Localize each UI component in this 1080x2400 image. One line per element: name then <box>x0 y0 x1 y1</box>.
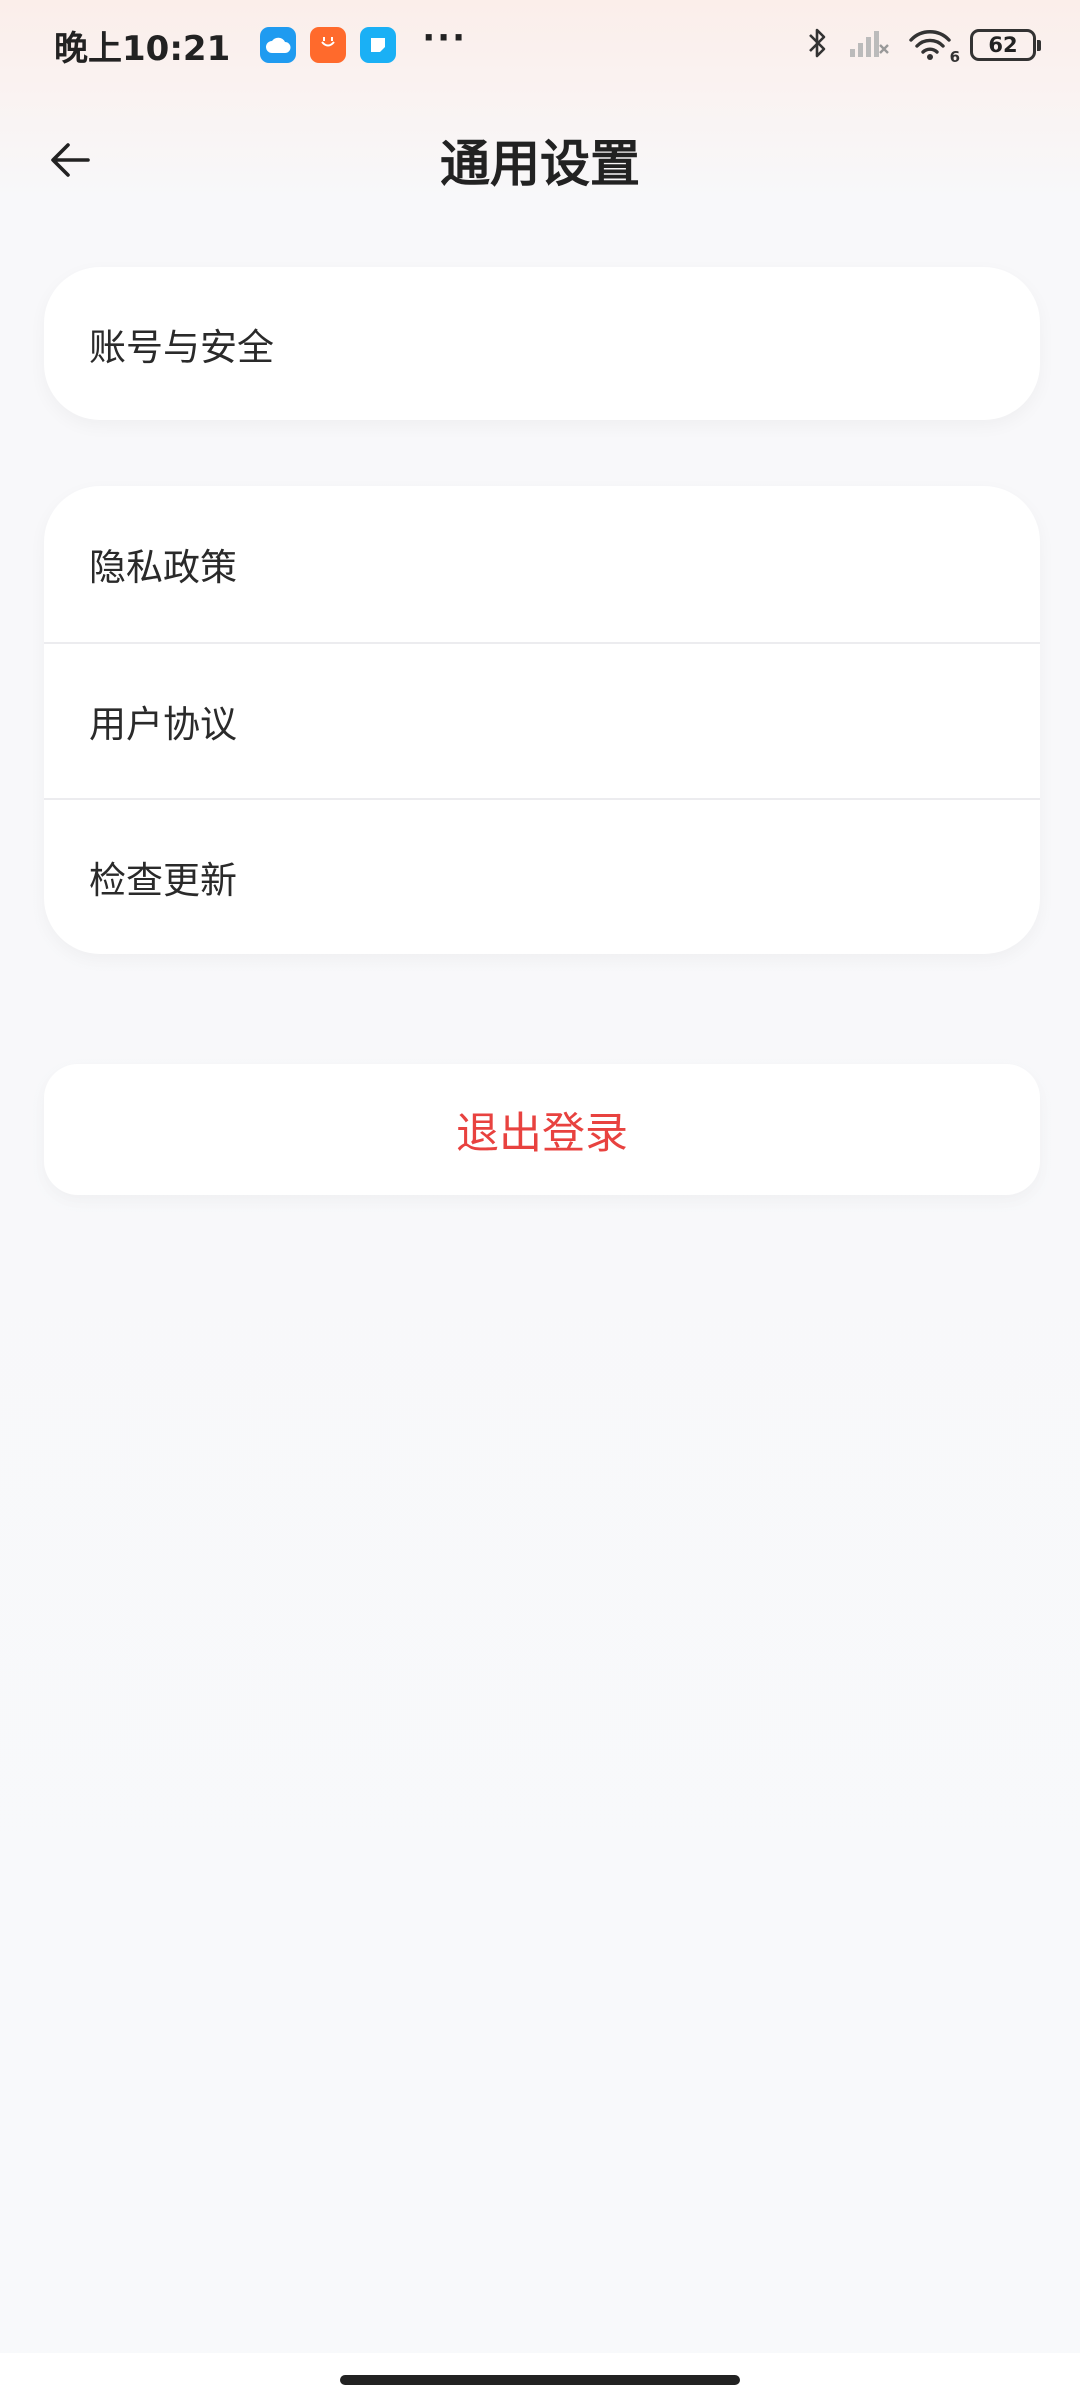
check-update-label: 检查更新 <box>89 859 237 902</box>
logout-label: 退出登录 <box>456 1108 628 1159</box>
arrow-left-icon <box>51 143 90 177</box>
bluetooth-icon <box>806 25 830 65</box>
wifi-badge: 6 <box>949 48 960 66</box>
logout-button[interactable]: 退出登录 <box>44 1064 1040 1195</box>
page-header: 通用设置 <box>0 110 1080 210</box>
user-agreement-item[interactable]: 用户协议 <box>44 642 1040 798</box>
status-time: 晚上10:21 <box>54 28 231 69</box>
privacy-policy-label: 隐私政策 <box>89 546 237 589</box>
legal-section: 隐私政策 用户协议 检查更新 <box>44 486 1040 954</box>
check-update-item[interactable]: 检查更新 <box>44 798 1040 954</box>
status-bar: 晚上10:21 ··· 6 62 <box>0 0 1080 90</box>
cloud-app-icon <box>260 27 297 63</box>
back-button[interactable] <box>40 130 100 190</box>
shop-app-icon <box>310 27 347 63</box>
status-indicators: 6 62 <box>806 25 1041 66</box>
home-indicator[interactable] <box>340 2375 740 2385</box>
user-agreement-label: 用户协议 <box>89 703 237 746</box>
account-section: 账号与安全 <box>44 267 1040 420</box>
account-security-item[interactable]: 账号与安全 <box>44 267 1040 420</box>
battery-icon: 62 <box>970 29 1041 61</box>
more-notifications-icon: ··· <box>422 18 467 58</box>
account-security-label: 账号与安全 <box>89 325 274 369</box>
page-title: 通用设置 <box>440 135 640 193</box>
battery-level: 62 <box>988 33 1018 57</box>
note-app-icon <box>360 27 397 63</box>
wifi-icon: 6 <box>908 28 960 66</box>
privacy-policy-item[interactable]: 隐私政策 <box>44 486 1040 642</box>
signal-icon <box>848 27 890 63</box>
